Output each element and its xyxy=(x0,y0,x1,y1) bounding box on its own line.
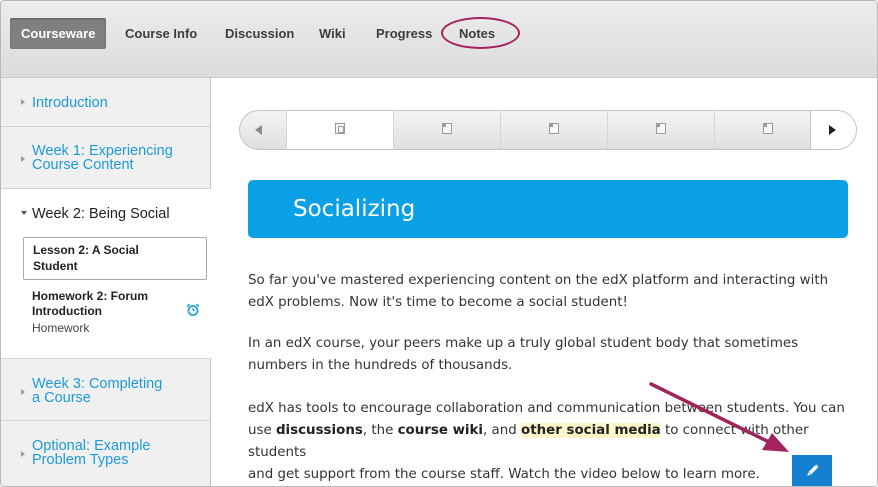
sequence-navigation xyxy=(239,110,857,150)
paragraph-line: numbers in the hundreds of thousands. xyxy=(248,358,513,373)
chapter-title[interactable]: Week 1: Experiencing Course Content xyxy=(32,144,173,173)
sequence-item-document[interactable] xyxy=(714,111,821,149)
lesson-item-active[interactable]: Lesson 2: A Social Student xyxy=(23,237,207,280)
paragraph-line: edX has tools to encourage collaboration… xyxy=(248,401,845,416)
highlighted-note-text[interactable]: other social media xyxy=(521,423,661,438)
app-window: Courseware Course Info Discussion Wiki P… xyxy=(0,0,878,487)
course-nav: Courseware Course Info Discussion Wiki P… xyxy=(1,1,877,78)
caret-right-icon xyxy=(21,156,25,162)
notes-highlight-ring xyxy=(441,17,520,49)
sequence-item-document[interactable] xyxy=(393,111,500,149)
chapter-title-line: Problem Types xyxy=(32,452,129,468)
chevron-left-icon xyxy=(255,125,262,135)
chapter-title[interactable]: Introduction xyxy=(32,96,108,111)
courseware-content: Socializing So far you've mastered exper… xyxy=(212,78,877,486)
paragraph-text: , and xyxy=(483,423,521,438)
paragraph-line: and get support from the course staff. W… xyxy=(248,467,760,482)
homework-item[interactable]: Homework 2: Forum Introduction xyxy=(32,289,182,319)
sequence-next-button[interactable] xyxy=(810,111,856,149)
document-icon xyxy=(549,123,559,134)
tab-course-info[interactable]: Course Info xyxy=(125,18,197,49)
unit-heading: Socializing xyxy=(248,180,848,238)
caret-right-icon xyxy=(21,389,25,395)
chapter-week-1[interactable]: Week 1: Experiencing Course Content xyxy=(1,127,211,189)
homework-title-line: Introduction xyxy=(32,304,102,318)
course-wiki-text: course wiki xyxy=(397,423,484,438)
lesson-title-line: Student xyxy=(33,259,78,273)
paragraph-line: edX problems. Now it's time to become a … xyxy=(248,295,628,310)
chapter-title[interactable]: Optional: Example Problem Types xyxy=(32,439,150,468)
paragraph-text: use xyxy=(248,423,276,438)
tab-discussion[interactable]: Discussion xyxy=(225,18,294,49)
paragraph-tools: edX has tools to encourage collaboration… xyxy=(248,398,858,486)
paragraph-text: , the xyxy=(362,423,398,438)
chapter-optional[interactable]: Optional: Example Problem Types xyxy=(1,421,211,486)
homework-type-label: Homework xyxy=(32,321,90,335)
sequence-item-document[interactable] xyxy=(607,111,714,149)
sequence-item-video[interactable] xyxy=(286,111,393,149)
add-note-button[interactable] xyxy=(792,455,832,486)
chapter-title-line: a Course xyxy=(32,390,91,406)
caret-right-icon xyxy=(21,451,25,457)
chapter-introduction[interactable]: Introduction xyxy=(1,78,211,127)
alarm-clock-icon xyxy=(186,303,200,316)
sequence-item-document[interactable] xyxy=(500,111,607,149)
pencil-icon xyxy=(807,464,819,476)
document-icon xyxy=(442,123,452,134)
chapter-week-3[interactable]: Week 3: Completing a Course xyxy=(1,359,211,421)
chapter-title[interactable]: Week 2: Being Social xyxy=(32,207,170,222)
video-icon xyxy=(335,123,345,134)
tab-wiki[interactable]: Wiki xyxy=(319,18,346,49)
sequence-prev-button[interactable] xyxy=(240,111,286,149)
tab-courseware[interactable]: Courseware xyxy=(10,18,107,49)
chapter-title[interactable]: Week 3: Completing a Course xyxy=(32,377,162,406)
course-outline-sidebar: Introduction Week 1: Experiencing Course… xyxy=(1,78,211,486)
tab-progress[interactable]: Progress xyxy=(376,18,432,49)
caret-down-icon xyxy=(21,211,27,215)
lesson-title-line: Lesson 2: A Social xyxy=(33,243,139,257)
document-icon xyxy=(763,123,773,134)
document-icon xyxy=(656,123,666,134)
chevron-right-icon xyxy=(829,125,836,135)
paragraph-line: So far you've mastered experiencing cont… xyxy=(248,273,829,288)
homework-title-line: Homework 2: Forum xyxy=(32,289,149,303)
caret-right-icon xyxy=(21,99,25,105)
chapter-title-line: Course Content xyxy=(32,157,134,173)
paragraph-peers: In an edX course, your peers make up a t… xyxy=(248,333,858,377)
paragraph-line: In an edX course, your peers make up a t… xyxy=(248,336,799,351)
discussions-text: discussions xyxy=(275,423,363,438)
paragraph-intro: So far you've mastered experiencing cont… xyxy=(248,270,858,314)
